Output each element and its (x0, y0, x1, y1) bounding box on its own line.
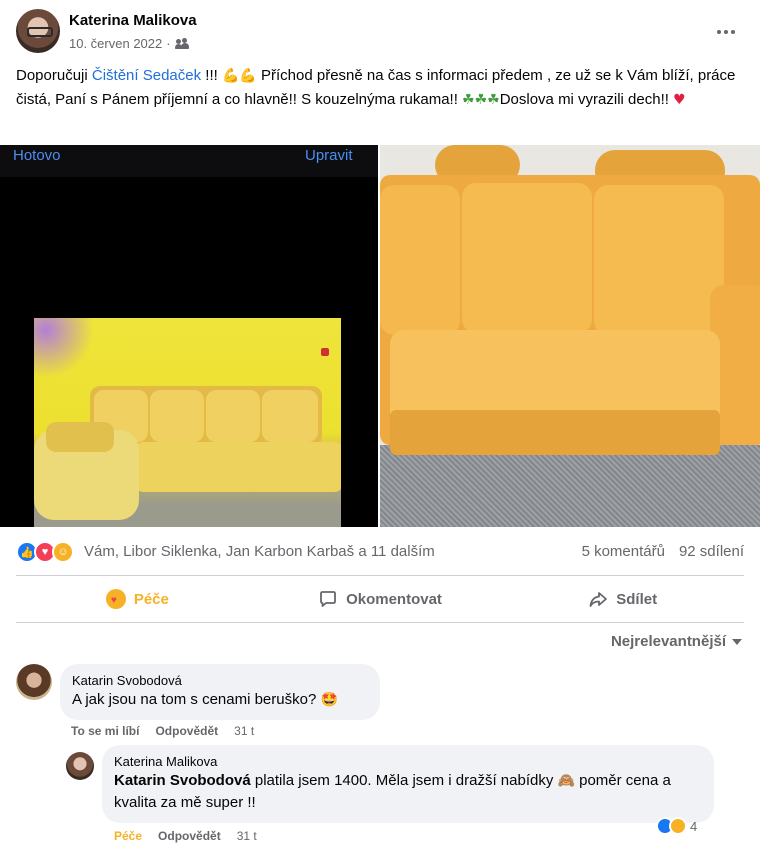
engagement-counts: 5 komentářů 92 sdílení (582, 543, 744, 560)
comment-icon (320, 591, 336, 607)
share-button[interactable]: Sdílet (501, 580, 744, 618)
reply-button[interactable]: Odpovědět (155, 724, 218, 738)
post-date[interactable]: 10. červen 2022 (69, 36, 162, 51)
mention-link[interactable]: Katarin Svobodová (114, 772, 251, 789)
comments-count[interactable]: 5 komentářů (582, 543, 665, 560)
photo-after[interactable] (380, 145, 760, 527)
flexed-arm-icon: 💪💪 (221, 68, 257, 84)
comment-label: Okomentovat (346, 590, 442, 608)
care-reply-button[interactable]: Péče (114, 829, 142, 843)
reaction-icons[interactable]: 👍 ♥ ☺ (16, 541, 80, 563)
share-icon (589, 592, 608, 607)
photo-before[interactable]: Hotovo Upravit (0, 145, 378, 527)
divider (16, 575, 744, 576)
reply-button[interactable]: Odpovědět (158, 829, 221, 843)
reply-actions: Péče Odpovědět 31 t (114, 829, 257, 843)
care-button[interactable]: Péče (16, 580, 259, 618)
comment-time[interactable]: 31 t (234, 724, 254, 738)
care-reaction-icon: ☺ (52, 541, 74, 563)
care-reaction-icon (669, 817, 687, 835)
post-author[interactable]: Katerina Malikova (69, 12, 197, 29)
post-text: Doporučuji Čištění Sedaček !!! 💪💪 Přícho… (16, 64, 744, 112)
monkey-icon: 🙈 (557, 773, 575, 789)
divider (16, 622, 744, 623)
sofa-dirty-image (34, 318, 341, 527)
reply-author[interactable]: Katerina Malikova (114, 753, 702, 770)
care-label: Péče (133, 590, 169, 608)
chevron-down-icon (732, 638, 742, 645)
reply-text: Katarin Svobodová platila jsem 1400. Měl… (114, 770, 702, 814)
post-photos: Hotovo Upravit (0, 145, 760, 527)
text-part-2: !!! (201, 67, 222, 84)
clover-icon: ☘☘☘ (462, 92, 500, 108)
page-link[interactable]: Čištění Sedaček (92, 67, 201, 84)
post-header: Katerina Malikova 10. červen 2022 · (16, 9, 744, 57)
text-part-1: Doporučuji (16, 67, 92, 84)
comment-sort-dropdown[interactable]: Nejrelevantnější (611, 633, 742, 650)
sort-label: Nejrelevantnější (610, 633, 726, 650)
reaction-names[interactable]: Vám, Libor Siklenka, Jan Karbon Karbaš a… (84, 543, 435, 560)
author-avatar[interactable] (16, 9, 60, 53)
comment-text: A jak jsou na tom s cenami beruško? 🤩 (72, 689, 368, 711)
reactions-summary: 👍 ♥ ☺ Vám, Libor Siklenka, Jan Karbon Ka… (16, 536, 744, 568)
comment-actions: To se mi líbí Odpovědět 31 t (71, 724, 254, 738)
comment-bubble: Katarin Svobodová A jak jsou na tom s ce… (60, 664, 380, 720)
reply-reactions[interactable]: 4 (656, 817, 697, 835)
more-options-icon[interactable] (708, 17, 744, 47)
shares-count[interactable]: 92 sdílení (679, 543, 744, 560)
reply-time[interactable]: 31 t (237, 829, 257, 843)
replier-avatar[interactable] (66, 752, 94, 780)
star-struck-icon: 🤩 (320, 692, 338, 708)
friends-icon[interactable] (174, 37, 189, 50)
share-label: Sdílet (616, 590, 658, 608)
text-part-4: Doslova mi vyrazili dech!! (499, 91, 674, 108)
commenter-avatar[interactable] (16, 664, 52, 700)
carpet-floor (380, 445, 760, 527)
comment-author[interactable]: Katarin Svobodová (72, 672, 368, 689)
comment-item: Katarin Svobodová A jak jsou na tom s ce… (16, 664, 744, 744)
done-label: Hotovo (13, 147, 61, 164)
reply-item: Katerina Malikova Katarin Svobodová plat… (66, 745, 744, 845)
like-comment-button[interactable]: To se mi líbí (71, 724, 139, 738)
comment-button[interactable]: Okomentovat (259, 580, 502, 618)
reply-body: platila jsem 1400. Měla jsem i dražší na… (250, 772, 558, 789)
reply-bubble: Katerina Malikova Katarin Svobodová plat… (102, 745, 714, 823)
comment-body: A jak jsou na tom s cenami beruško? (72, 691, 321, 708)
reply-reaction-count: 4 (690, 818, 698, 834)
heart-icon: ♥ (673, 92, 686, 108)
meta-separator: · (166, 36, 171, 51)
post-meta: 10. červen 2022 · (69, 36, 189, 51)
edit-label: Upravit (305, 147, 353, 164)
post-actions: Péče Okomentovat Sdílet (16, 580, 744, 618)
care-icon (105, 589, 126, 609)
